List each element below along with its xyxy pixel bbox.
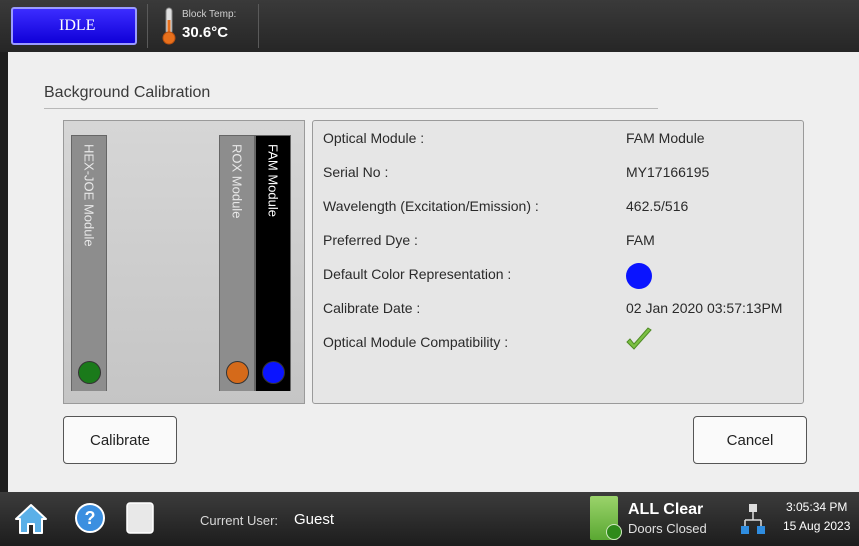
svg-text:?: ? xyxy=(85,508,96,528)
info-row-optical-module: Optical Module : FAM Module xyxy=(313,127,803,151)
info-label: Preferred Dye : xyxy=(323,232,418,248)
info-row-serial: Serial No : MY17166195 xyxy=(313,161,803,185)
optical-module-panel: HEX-JOE Module ROX Module FAM Module xyxy=(63,120,305,404)
info-row-default-color: Default Color Representation : xyxy=(313,263,803,289)
info-row-wavelength: Wavelength (Excitation/Emission) : 462.5… xyxy=(313,195,803,219)
default-color-swatch xyxy=(626,263,652,289)
info-label: Optical Module Compatibility : xyxy=(323,334,509,350)
info-label: Default Color Representation : xyxy=(323,266,512,282)
module-fam[interactable]: FAM Module xyxy=(255,135,291,391)
check-icon xyxy=(626,327,652,350)
current-user-label: Current User: xyxy=(200,513,279,528)
instrument-status-button[interactable]: IDLE xyxy=(11,7,137,45)
module-color-dot xyxy=(78,361,101,384)
clock-date: 15 Aug 2023 xyxy=(783,519,851,533)
module-info-panel: Optical Module : FAM Module Serial No : … xyxy=(312,120,804,404)
help-icon[interactable]: ? xyxy=(74,502,106,534)
block-temp-value: 30.6°C xyxy=(182,24,229,41)
module-label: HEX-JOE Module xyxy=(81,144,97,247)
network-icon[interactable] xyxy=(740,502,766,536)
current-user-value: Guest xyxy=(294,511,335,528)
instrument-status-label: IDLE xyxy=(59,17,96,34)
page-title: Background Calibration xyxy=(44,84,211,101)
module-color-dot xyxy=(226,361,249,384)
calibrate-button[interactable]: Calibrate xyxy=(63,416,177,464)
door-status-main: ALL Clear xyxy=(628,501,704,518)
main-panel: Background Calibration HEX-JOE Module RO… xyxy=(8,52,859,492)
clock-time: 3:05:34 PM xyxy=(786,500,848,514)
info-label: Calibrate Date : xyxy=(323,300,421,316)
block-temp-label: Block Temp: xyxy=(182,9,237,20)
module-rox[interactable]: ROX Module xyxy=(219,135,255,391)
info-value: MY17166195 xyxy=(626,164,710,180)
home-icon[interactable] xyxy=(14,502,48,536)
module-color-dot xyxy=(262,361,285,384)
check-icon xyxy=(606,524,622,540)
document-icon[interactable] xyxy=(124,501,156,535)
divider xyxy=(258,4,259,48)
info-row-compatibility: Optical Module Compatibility : xyxy=(313,327,803,355)
bottom-taskbar: ? Current User: Guest ALL Clear Doors Cl… xyxy=(0,492,859,546)
divider xyxy=(147,4,148,48)
calibrate-button-label: Calibrate xyxy=(89,431,151,449)
info-row-calibrate-date: Calibrate Date : 02 Jan 2020 03:57:13PM xyxy=(313,297,803,321)
title-divider xyxy=(44,108,658,109)
info-value: FAM xyxy=(626,232,655,248)
info-value: 02 Jan 2020 03:57:13PM xyxy=(626,300,783,316)
module-label: FAM Module xyxy=(265,144,281,217)
module-hex-joe[interactable]: HEX-JOE Module xyxy=(71,135,107,391)
info-value: 462.5/516 xyxy=(626,198,689,214)
info-value: FAM Module xyxy=(626,130,705,146)
door-status[interactable]: ALL Clear Doors Closed xyxy=(590,496,716,542)
info-label: Optical Module : xyxy=(323,130,425,146)
module-label: ROX Module xyxy=(229,144,245,219)
info-label: Serial No : xyxy=(323,164,389,180)
door-icon xyxy=(590,496,622,540)
thermometer-icon xyxy=(162,7,176,45)
info-row-preferred-dye: Preferred Dye : FAM xyxy=(313,229,803,253)
door-status-sub: Doors Closed xyxy=(628,521,707,536)
cancel-button-label: Cancel xyxy=(726,431,774,449)
cancel-button[interactable]: Cancel xyxy=(693,416,807,464)
top-status-bar: IDLE Block Temp: 30.6°C xyxy=(0,0,859,52)
info-label: Wavelength (Excitation/Emission) : xyxy=(323,198,539,214)
